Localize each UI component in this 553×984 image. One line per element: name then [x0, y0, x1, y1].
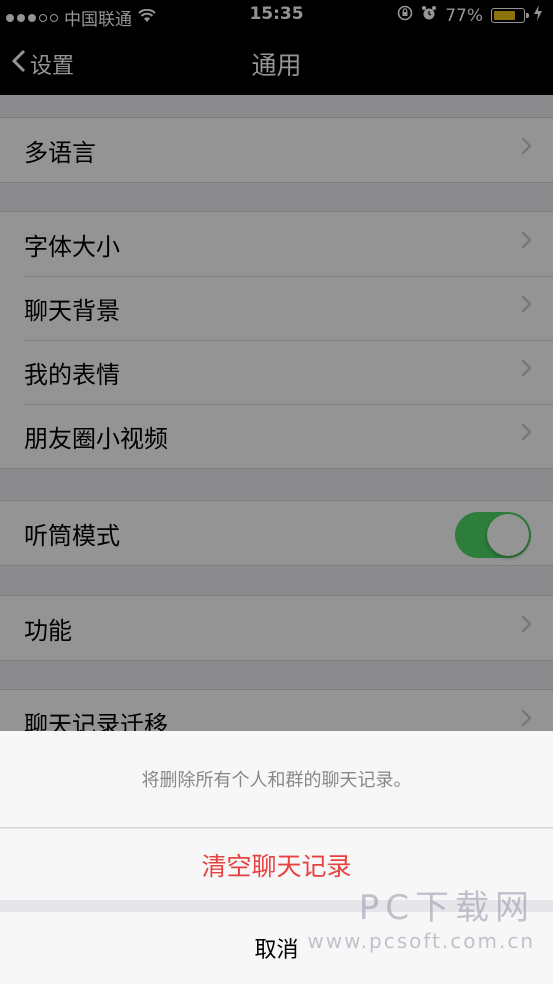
action-sheet: 将删除所有个人和群的聊天记录。 清空聊天记录 取消 — [0, 731, 553, 984]
cancel-button[interactable]: 取消 — [0, 912, 553, 984]
clear-chat-history-button[interactable]: 清空聊天记录 — [0, 829, 553, 900]
action-sheet-message: 将删除所有个人和群的聊天记录。 — [0, 731, 553, 828]
